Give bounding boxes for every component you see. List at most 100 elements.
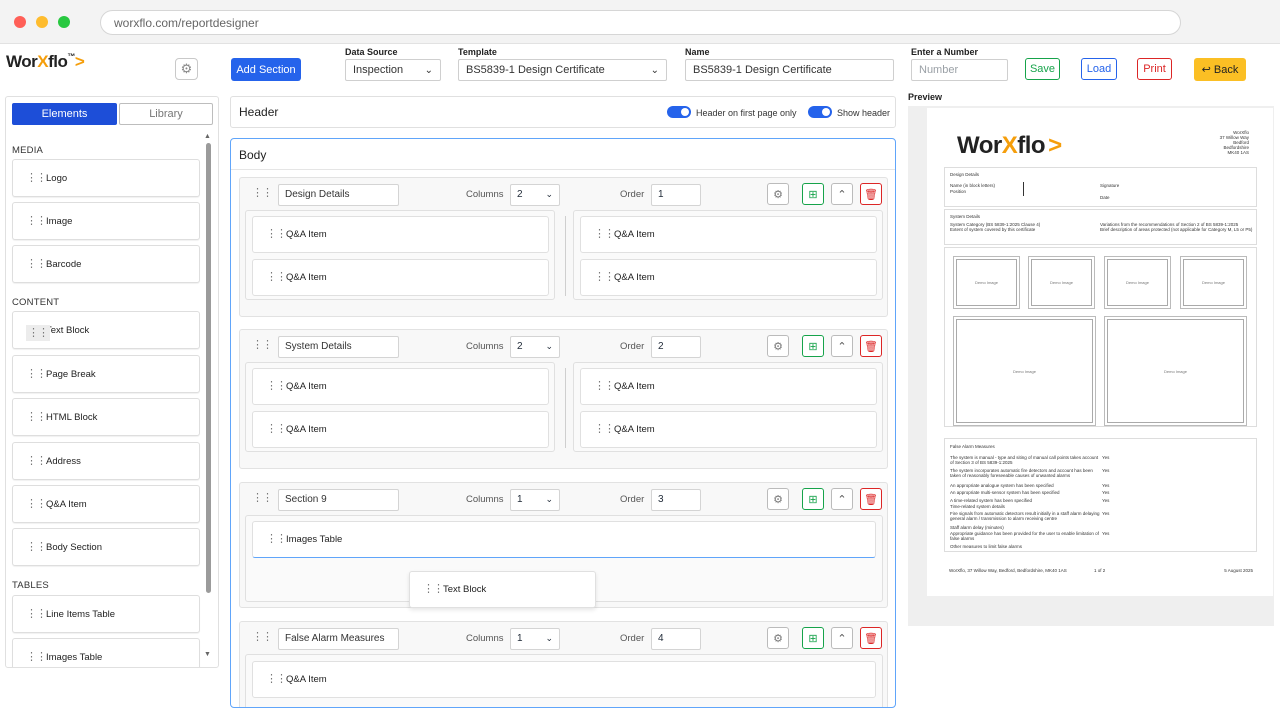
drag-handle-icon[interactable]: ⋮⋮ <box>266 534 287 545</box>
section-name-input[interactable]: System Details <box>278 336 399 358</box>
order-input[interactable]: 1 <box>651 184 701 206</box>
drag-handle-icon[interactable]: ⋮⋮ <box>26 369 47 380</box>
maximize-window-icon[interactable] <box>58 16 70 28</box>
tab-elements[interactable]: Elements <box>12 103 117 125</box>
drag-handle-icon[interactable]: ⋮⋮ <box>594 424 615 435</box>
drag-handle-icon[interactable]: ⋮⋮ <box>594 381 615 392</box>
add-section-button[interactable]: Add Section <box>231 58 301 81</box>
section-name-input[interactable]: Design Details <box>278 184 399 206</box>
element-line-items-table[interactable]: ⋮⋮ Line Items Table <box>12 595 200 633</box>
drag-handle-icon[interactable]: ⋮⋮ <box>266 229 287 240</box>
tab-library[interactable]: Library <box>119 103 213 125</box>
section-settings-button[interactable]: ⚙ <box>767 335 789 357</box>
drag-handle-icon[interactable]: ⋮⋮ <box>266 674 287 685</box>
element-barcode[interactable]: ⋮⋮ Barcode <box>12 245 200 283</box>
element-text-block[interactable]: ⋮⋮ Text Block <box>12 311 200 349</box>
element-body-section[interactable]: ⋮⋮ Body Section <box>12 528 200 566</box>
drag-handle-icon[interactable]: ⋮⋮ <box>26 499 47 510</box>
show-header-toggle[interactable] <box>808 106 832 118</box>
columns-select[interactable]: 1 ⌄ <box>510 628 560 650</box>
qa-item[interactable]: ⋮⋮ Q&A Item <box>580 259 877 296</box>
columns-select[interactable]: 2 ⌄ <box>510 336 560 358</box>
drag-handle-icon[interactable]: ⋮⋮ <box>26 173 47 184</box>
address-bar[interactable]: worxflo.com/reportdesigner <box>100 10 1181 35</box>
drag-handle-icon[interactable]: ⋮⋮ <box>252 188 273 199</box>
qa-item[interactable]: ⋮⋮ Q&A Item <box>580 368 877 405</box>
section-settings-button[interactable]: ⚙ <box>767 183 789 205</box>
drag-handle-icon[interactable]: ⋮⋮ <box>266 424 287 435</box>
qa-item[interactable]: ⋮⋮ Q&A Item <box>252 216 549 253</box>
drag-handle-icon[interactable]: ⋮⋮ <box>266 272 287 283</box>
drag-handle-icon[interactable]: ⋮⋮ <box>26 456 47 467</box>
drag-handle-icon[interactable]: ⋮⋮ <box>26 542 47 553</box>
data-source-select[interactable]: Inspection ⌄ <box>345 59 441 81</box>
delete-section-button[interactable]: 🗑 <box>860 335 882 357</box>
element-address[interactable]: ⋮⋮ Address <box>12 442 200 480</box>
delete-section-button[interactable]: 🗑 <box>860 183 882 205</box>
preview-logo-arrow: > <box>1048 132 1062 159</box>
drag-handle-icon[interactable]: ⋮⋮ <box>594 229 615 240</box>
move-up-button[interactable]: ⌃ <box>831 335 853 357</box>
element-html-block[interactable]: ⋮⋮ HTML Block <box>12 398 200 436</box>
preview-images-table: Demo Image Demo Image Demo Image Demo Im… <box>944 247 1257 427</box>
qa-item[interactable]: ⋮⋮ Q&A Item <box>252 259 549 296</box>
drag-handle-icon[interactable]: ⋮⋮ <box>423 584 444 595</box>
drag-handle-icon[interactable]: ⋮⋮ <box>266 381 287 392</box>
settings-button[interactable]: ⚙ <box>175 58 198 80</box>
qa-item[interactable]: ⋮⋮ Q&A Item <box>252 411 549 448</box>
order-input[interactable]: 3 <box>651 489 701 511</box>
scroll-down-icon[interactable]: ▼ <box>204 651 211 658</box>
element-images-table[interactable]: ⋮⋮ Images Table <box>12 638 200 667</box>
scroll-up-icon[interactable]: ▲ <box>204 133 211 140</box>
save-to-library-button[interactable]: ⊞ <box>802 183 824 205</box>
drag-handle-icon[interactable]: ⋮⋮ <box>252 632 273 643</box>
drag-handle-icon[interactable]: ⋮⋮ <box>252 340 273 351</box>
columns-select[interactable]: 1 ⌄ <box>510 489 560 511</box>
section-name-input[interactable]: Section 9 <box>278 489 399 511</box>
element-image[interactable]: ⋮⋮ Image <box>12 202 200 240</box>
qa-item[interactable]: ⋮⋮ Q&A Item <box>580 411 877 448</box>
drag-handle-icon[interactable]: ⋮⋮ <box>594 272 615 283</box>
qa-item[interactable]: ⋮⋮ Q&A Item <box>252 368 549 405</box>
dragging-text-block[interactable]: ⋮⋮ Text Block <box>409 571 596 608</box>
qa-item[interactable]: ⋮⋮ Q&A Item <box>580 216 877 253</box>
drag-handle-icon[interactable]: ⋮⋮ <box>26 259 47 270</box>
scrollbar-thumb[interactable] <box>206 143 211 593</box>
drag-handle-icon[interactable]: ⋮⋮ <box>26 609 47 620</box>
order-input[interactable]: 2 <box>651 336 701 358</box>
section-settings-button[interactable]: ⚙ <box>767 627 789 649</box>
false-alarm-answer: Yes <box>1102 498 1110 503</box>
name-input[interactable]: BS5839-1 Design Certificate <box>685 59 894 81</box>
qa-item[interactable]: ⋮⋮ Q&A Item <box>252 661 876 698</box>
drag-handle-icon[interactable]: ⋮⋮ <box>26 412 47 423</box>
move-up-button[interactable]: ⌃ <box>831 627 853 649</box>
drag-handle-icon[interactable]: ⋮⋮ <box>26 652 47 663</box>
section-settings-button[interactable]: ⚙ <box>767 488 789 510</box>
drag-handle-icon[interactable]: ⋮⋮ <box>26 216 47 227</box>
template-select[interactable]: BS5839-1 Design Certificate ⌄ <box>458 59 667 81</box>
header-first-page-toggle[interactable] <box>667 106 691 118</box>
load-button[interactable]: Load <box>1081 58 1117 80</box>
drag-handle-icon[interactable]: ⋮⋮ <box>26 325 50 341</box>
number-input[interactable]: Number <box>911 59 1008 81</box>
move-up-button[interactable]: ⌃ <box>831 183 853 205</box>
element-logo[interactable]: ⋮⋮ Logo <box>12 159 200 197</box>
section-name-input[interactable]: False Alarm Measures <box>278 628 399 650</box>
save-button[interactable]: Save <box>1025 58 1060 80</box>
save-to-library-button[interactable]: ⊞ <box>802 627 824 649</box>
back-button[interactable]: ↩ Back <box>1194 58 1246 81</box>
delete-section-button[interactable]: 🗑 <box>860 627 882 649</box>
order-input[interactable]: 4 <box>651 628 701 650</box>
element-qa-item[interactable]: ⋮⋮ Q&A Item <box>12 485 200 523</box>
drag-handle-icon[interactable]: ⋮⋮ <box>252 493 273 504</box>
delete-section-button[interactable]: 🗑 <box>860 488 882 510</box>
close-window-icon[interactable] <box>14 16 26 28</box>
columns-select[interactable]: 2 ⌄ <box>510 184 560 206</box>
save-to-library-button[interactable]: ⊞ <box>802 488 824 510</box>
save-to-library-button[interactable]: ⊞ <box>802 335 824 357</box>
images-table-item[interactable]: ⋮⋮ Images Table <box>252 521 876 558</box>
element-page-break[interactable]: ⋮⋮ Page Break <box>12 355 200 393</box>
minimize-window-icon[interactable] <box>36 16 48 28</box>
move-up-button[interactable]: ⌃ <box>831 488 853 510</box>
print-button[interactable]: Print <box>1137 58 1172 80</box>
